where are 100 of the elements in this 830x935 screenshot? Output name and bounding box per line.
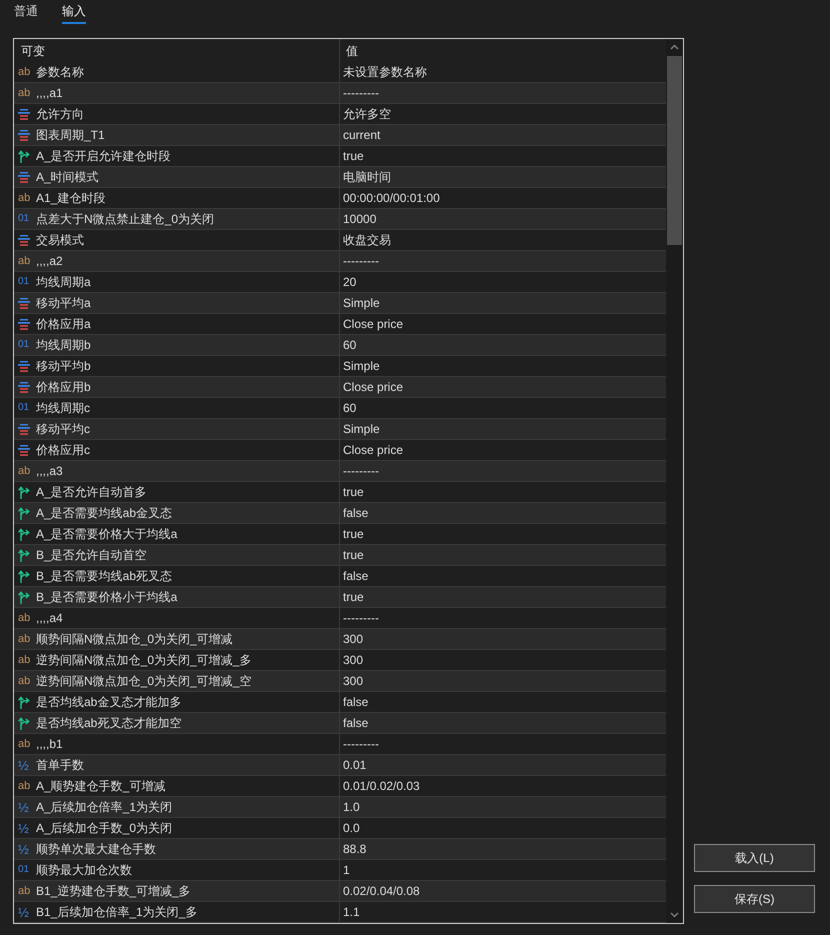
parameter-row[interactable]: 01 均线周期b 60 — [14, 335, 666, 356]
parameter-name: 均线周期c — [36, 400, 90, 417]
string-type-icon: ab — [18, 465, 30, 477]
parameter-row[interactable]: ½ A_后续加仓倍率_1为关闭 1.0 — [14, 797, 666, 818]
parameter-name: A_后续加仓倍率_1为关闭 — [36, 799, 172, 816]
branch-arrow-icon — [18, 150, 31, 162]
string-type-icon: ab — [18, 66, 30, 78]
parameter-row[interactable]: ab A1_建仓时段 00:00:00/00:01:00 — [14, 188, 666, 209]
parameter-value: 300 — [343, 631, 364, 648]
parameter-row[interactable]: 移动平均a Simple — [14, 293, 666, 314]
parameter-row[interactable]: A_是否允许自动首多 true — [14, 482, 666, 503]
parameter-name: 移动平均c — [36, 421, 90, 438]
parameter-row[interactable]: ab ,,,,b1 --------- — [14, 734, 666, 755]
parameter-row[interactable]: 移动平均c Simple — [14, 419, 666, 440]
tab[interactable]: 普通 — [14, 3, 38, 24]
parameter-value: 88.8 — [343, 841, 366, 858]
list-type-icon — [18, 234, 30, 246]
branch-arrow-icon — [18, 548, 31, 562]
column-header: 值 — [346, 42, 358, 60]
parameter-row[interactable]: ab 参数名称 未设置参数名称 — [14, 62, 666, 83]
parameter-value: true — [343, 526, 364, 543]
parameter-row[interactable]: ab ,,,,a2 --------- — [14, 251, 666, 272]
parameter-value: true — [343, 589, 364, 606]
parameter-value: Close price — [343, 442, 404, 459]
branch-arrow-icon — [18, 528, 31, 540]
parameter-value: 1 — [343, 862, 350, 879]
parameter-name: 点差大于N微点禁止建仓_0为关闭 — [36, 211, 214, 228]
parameter-name: 顺势间隔N微点加仓_0为关闭_可增减 — [36, 631, 233, 648]
parameter-row[interactable]: 01 顺势最大加仓次数 1 — [14, 860, 666, 881]
parameter-value: --------- — [343, 85, 379, 102]
list-type-icon — [18, 130, 30, 140]
parameter-row[interactable]: ab 逆势间隔N微点加仓_0为关闭_可增减_空 300 — [14, 671, 666, 692]
parameter-row[interactable]: 图表周期_T1 current — [14, 125, 666, 146]
parameter-value: --------- — [343, 736, 379, 753]
parameter-name: B_是否允许自动首空 — [36, 547, 147, 564]
string-type-icon: ab — [18, 675, 30, 687]
scroll-up-icon[interactable] — [670, 44, 679, 50]
parameter-row[interactable]: 价格应用a Close price — [14, 314, 666, 335]
string-type-icon: ab — [18, 87, 30, 99]
dialog-button[interactable]: 保存(S) — [694, 885, 815, 913]
parameter-row[interactable]: 交易模式 收盘交易 — [14, 230, 666, 251]
parameter-name: 允许方向 — [36, 106, 84, 123]
parameter-value: current — [343, 127, 380, 144]
parameter-row[interactable]: 01 均线周期c 60 — [14, 398, 666, 419]
parameter-row[interactable]: ab A_顺势建仓手数_可增减 0.01/0.02/0.03 — [14, 776, 666, 797]
parameter-name: ,,,,a4 — [36, 610, 63, 627]
fraction-type-icon: ½ — [18, 906, 29, 918]
integer-type-icon: 01 — [18, 864, 30, 876]
branch-arrow-icon — [18, 716, 31, 730]
parameter-row[interactable]: ab B1_逆势建仓手数_可增减_多 0.02/0.04/0.08 — [14, 881, 666, 902]
parameter-row[interactable]: A_时间模式 电脑时间 — [14, 167, 666, 188]
parameter-row[interactable]: ½ 首单手数 0.01 — [14, 755, 666, 776]
parameter-row[interactable]: ½ 顺势单次最大建仓手数 88.8 — [14, 839, 666, 860]
parameter-row[interactable]: ab ,,,,a1 --------- — [14, 83, 666, 104]
parameter-row[interactable]: ab 逆势间隔N微点加仓_0为关闭_可增减_多 300 — [14, 650, 666, 671]
parameter-name: 顺势单次最大建仓手数 — [36, 841, 156, 858]
list-type-icon — [18, 444, 30, 456]
tab[interactable]: 输入 — [62, 3, 86, 24]
parameter-value: 收盘交易 — [343, 232, 391, 249]
parameter-row[interactable]: ½ A_后续加仓手数_0为关闭 0.0 — [14, 818, 666, 839]
parameter-row[interactable]: B_是否需要均线ab死叉态 false — [14, 566, 666, 587]
parameter-row[interactable]: ab ,,,,a3 --------- — [14, 461, 666, 482]
parameter-row[interactable]: 价格应用b Close price — [14, 377, 666, 398]
parameter-row[interactable]: B_是否允许自动首空 true — [14, 545, 666, 566]
parameter-row[interactable]: ab ,,,,a4 --------- — [14, 608, 666, 629]
scroll-down-icon[interactable] — [670, 912, 679, 918]
parameter-row[interactable]: B_是否需要价格小于均线a true — [14, 587, 666, 608]
parameter-name: 逆势间隔N微点加仓_0为关闭_可增减_多 — [36, 652, 252, 669]
parameter-name: 价格应用c — [36, 442, 90, 459]
fraction-type-icon: ½ — [18, 758, 29, 772]
scrollbar-thumb[interactable] — [667, 56, 682, 245]
parameter-name: 均线周期a — [36, 274, 91, 291]
parameter-row[interactable]: A_是否需要价格大于均线a true — [14, 524, 666, 545]
parameter-name: 图表周期_T1 — [36, 127, 105, 144]
integer-type-icon: 01 — [18, 339, 30, 351]
parameter-row[interactable]: 01 均线周期a 20 — [14, 272, 666, 293]
parameter-value: false — [343, 568, 368, 585]
list-type-icon — [18, 298, 30, 308]
parameter-row[interactable]: ½ B1_后续加仓倍率_1为关闭_多 1.1 — [14, 902, 666, 923]
parameter-value: 60 — [343, 400, 356, 417]
parameter-row[interactable]: 01 点差大于N微点禁止建仓_0为关闭 10000 — [14, 209, 666, 230]
parameter-name: 移动平均b — [36, 358, 91, 375]
parameter-row[interactable]: 是否均线ab死叉态才能加空 false — [14, 713, 666, 734]
string-type-icon: ab — [18, 633, 30, 645]
parameter-row[interactable]: A_是否需要均线ab金叉态 false — [14, 503, 666, 524]
parameter-value: 0.02/0.04/0.08 — [343, 883, 420, 900]
parameter-row[interactable]: 是否均线ab金叉态才能加多 false — [14, 692, 666, 713]
parameter-row[interactable]: 价格应用c Close price — [14, 440, 666, 461]
parameter-name: A_是否开启允许建仓时段 — [36, 148, 171, 165]
parameter-row[interactable]: ab 顺势间隔N微点加仓_0为关闭_可增减 300 — [14, 629, 666, 650]
parameter-row[interactable]: 允许方向 允许多空 — [14, 104, 666, 125]
dialog-button[interactable]: 载入(L) — [694, 844, 815, 872]
branch-arrow-icon — [18, 486, 31, 498]
parameter-value: false — [343, 694, 368, 711]
parameter-value: --------- — [343, 253, 379, 270]
parameter-name: B1_逆势建仓手数_可增减_多 — [36, 883, 191, 900]
parameter-row[interactable]: 移动平均b Simple — [14, 356, 666, 377]
parameter-name: 首单手数 — [36, 757, 84, 774]
parameter-value: 0.0 — [343, 820, 360, 837]
parameter-row[interactable]: A_是否开启允许建仓时段 true — [14, 146, 666, 167]
